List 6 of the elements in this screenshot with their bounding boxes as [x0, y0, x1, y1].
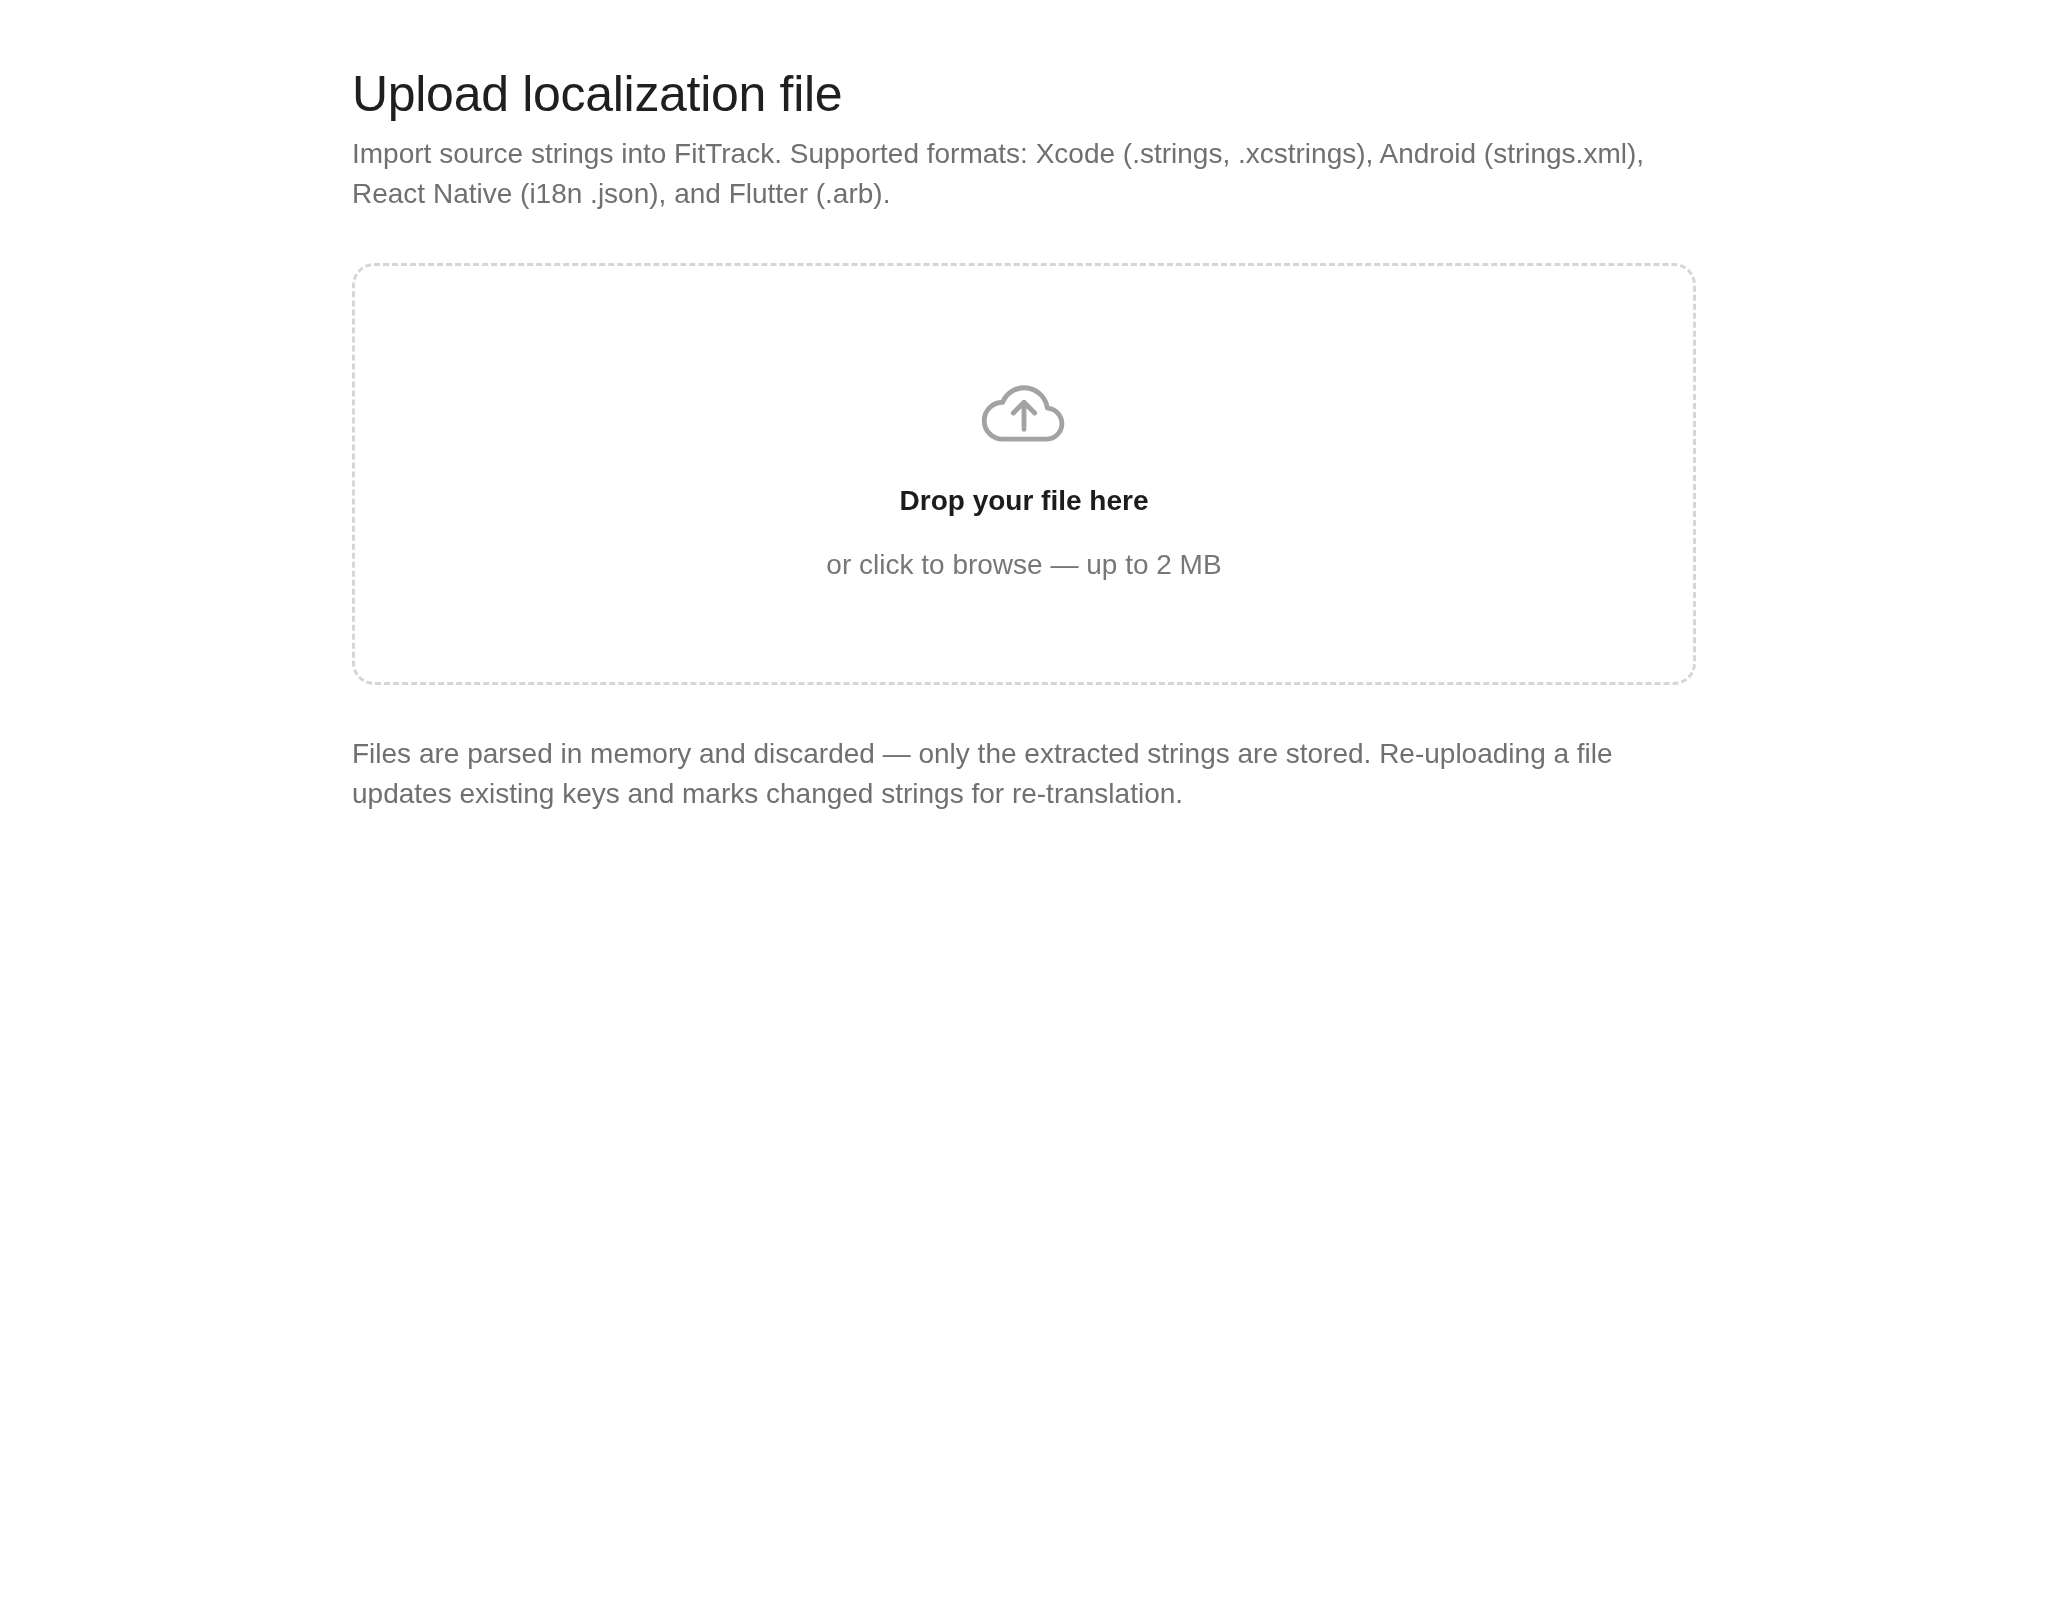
page-title: Upload localization file [352, 66, 844, 122]
privacy-note: Files are parsed in memory and discarded — only the extracted strings are stored. Re-uploading a file updates existing keys and marks changed strings for re-translation. [352, 737, 1614, 811]
browse-hint: or click to browse — up to 2 MB [826, 548, 1222, 582]
page-description: Import source strings into FitTrack. Supported formats: Xcode (.strings, .xcstrings), Android (strings.xml), React Native (i18n .json), and Flutter (.arb). [352, 137, 1646, 211]
drop-heading: Drop your file here [899, 484, 1149, 518]
file-drop-zone[interactable]: Drop your file here or click to browse — up to 2 MB [352, 263, 1696, 685]
